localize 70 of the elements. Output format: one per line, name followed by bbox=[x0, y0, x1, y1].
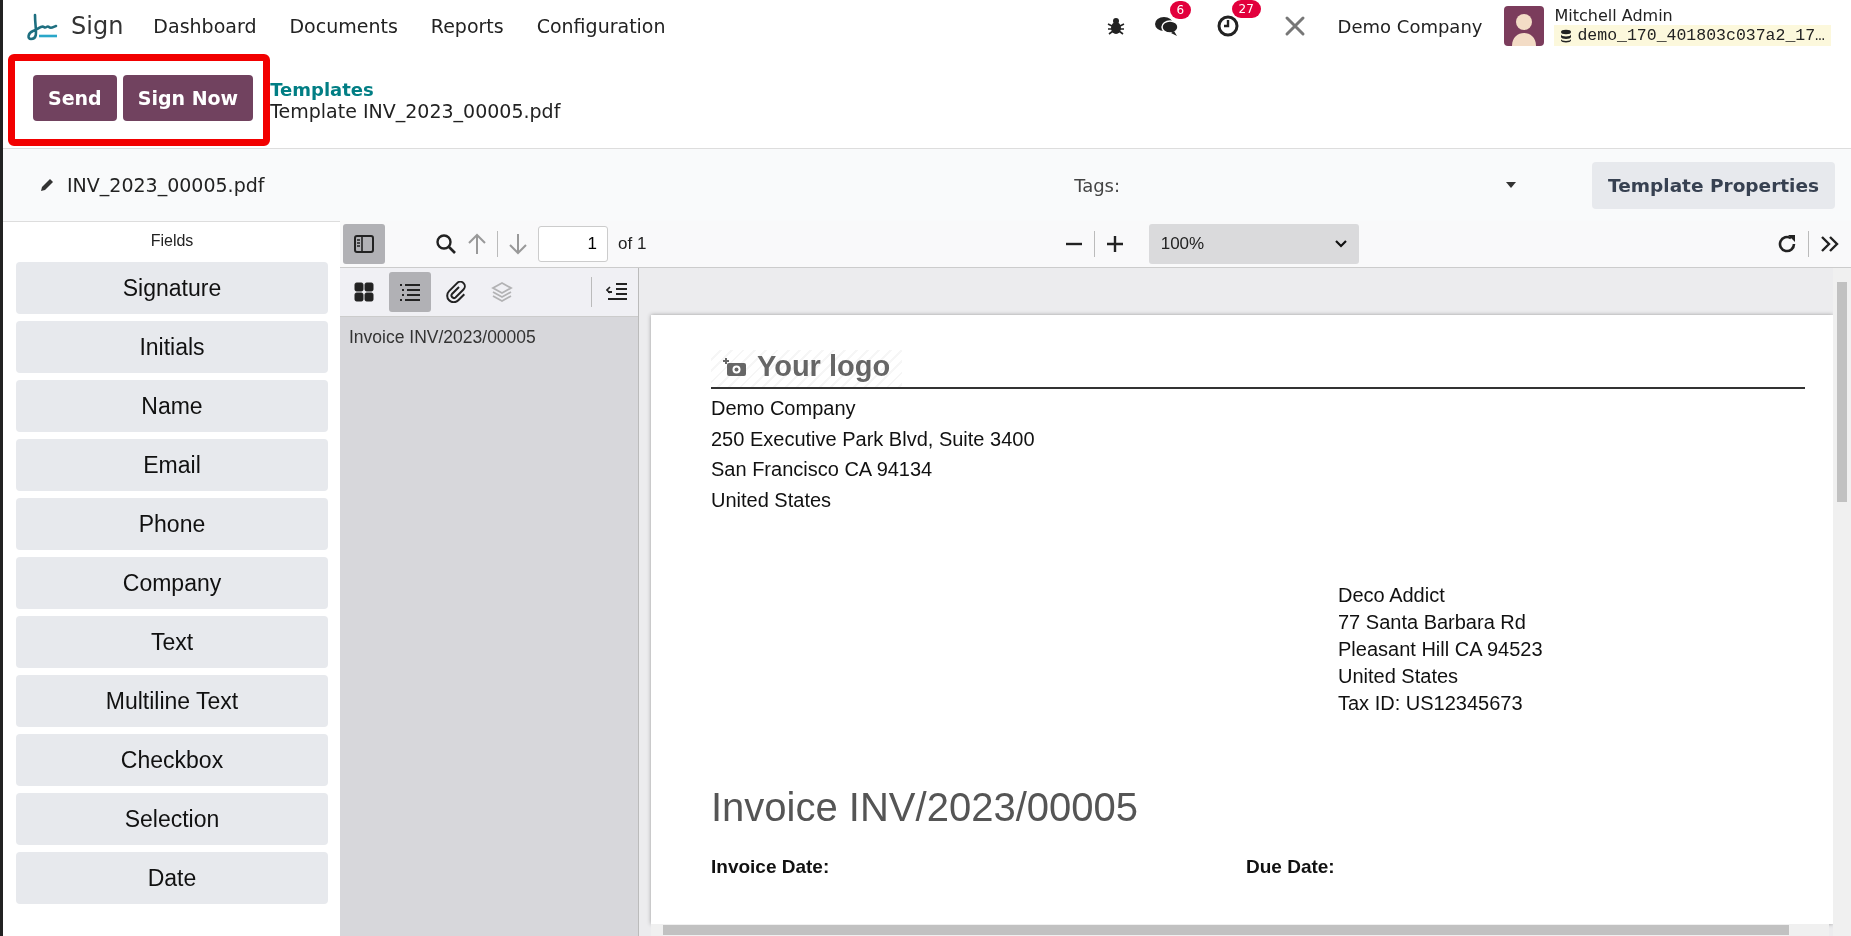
outline-item[interactable]: Invoice INV/2023/00005 bbox=[340, 317, 638, 358]
file-name[interactable]: INV_2023_00005.pdf bbox=[67, 174, 265, 196]
double-chevron-icon[interactable] bbox=[1819, 234, 1841, 254]
company-address-line: San Francisco CA 94134 bbox=[711, 457, 934, 482]
company-address-line: 250 Executive Park Blvd, Suite 3400 bbox=[711, 426, 1036, 452]
invoice-title: Invoice INV/2023/00005 bbox=[711, 785, 1139, 830]
database-label: demo_170_401803c037a2_17… bbox=[1577, 26, 1825, 45]
field-type-button[interactable]: Name bbox=[16, 380, 328, 432]
field-type-button[interactable]: Phone bbox=[16, 498, 328, 550]
breadcrumb-link[interactable]: Templates bbox=[270, 78, 561, 100]
field-type-button[interactable]: Signature bbox=[16, 262, 328, 314]
vertical-scrollbar[interactable] bbox=[1833, 268, 1851, 936]
pencil-icon[interactable] bbox=[39, 177, 55, 193]
menu-item[interactable]: Reports bbox=[430, 15, 504, 37]
outline-tab[interactable] bbox=[389, 272, 431, 312]
date-label: Due Date: bbox=[1246, 856, 1336, 878]
app-name[interactable]: Sign bbox=[71, 12, 124, 40]
field-type-button[interactable]: Checkbox bbox=[16, 734, 328, 786]
clock-icon[interactable] bbox=[1215, 14, 1240, 38]
field-type-button[interactable]: Text bbox=[16, 616, 328, 668]
page-count: of 1 bbox=[618, 234, 647, 254]
template-properties-button[interactable]: Template Properties bbox=[1592, 161, 1835, 209]
action-button[interactable]: Sign Now bbox=[122, 75, 254, 121]
field-type-button[interactable]: Email bbox=[16, 439, 328, 491]
company-address-line: Demo Company bbox=[711, 396, 857, 421]
grid-icon bbox=[354, 282, 374, 302]
fields-title: Fields bbox=[149, 231, 195, 251]
logo-text: Your logo bbox=[757, 350, 891, 383]
database-icon bbox=[1560, 28, 1573, 43]
list-icon bbox=[399, 282, 421, 302]
zoom-select[interactable]: 100% bbox=[1148, 224, 1359, 264]
action-button[interactable]: Send bbox=[33, 75, 117, 121]
layers-icon bbox=[491, 281, 513, 303]
field-type-button[interactable]: Selection bbox=[16, 793, 328, 845]
customer-address-line: Deco Addict bbox=[1338, 583, 1446, 608]
chat-icon[interactable] bbox=[1153, 15, 1180, 37]
sidebar-toggle-icon[interactable] bbox=[343, 224, 385, 264]
caret-icon bbox=[1506, 182, 1517, 188]
field-type-button[interactable]: Multiline Text bbox=[16, 675, 328, 727]
rotate-icon[interactable] bbox=[1776, 233, 1798, 255]
message-count-badge: 6 bbox=[1169, 1, 1192, 19]
collapse-outline-icon[interactable] bbox=[606, 282, 628, 302]
menu-item[interactable]: Dashboard bbox=[153, 15, 257, 37]
paperclip-icon bbox=[445, 281, 467, 303]
tags-label: Tags: bbox=[1074, 174, 1121, 196]
user-name[interactable]: Mitchell Admin bbox=[1554, 6, 1831, 25]
search-icon[interactable] bbox=[435, 233, 457, 255]
camera-icon bbox=[723, 356, 747, 377]
user-avatar[interactable] bbox=[1504, 6, 1545, 46]
date-label: Invoice Date: bbox=[711, 856, 831, 878]
company-address-line: United States bbox=[711, 487, 833, 513]
customer-address-line: Pleasant Hill CA 94523 bbox=[1338, 637, 1544, 662]
field-type-button[interactable]: Company bbox=[16, 557, 328, 609]
page-number-field[interactable]: 1 bbox=[538, 226, 608, 262]
breadcrumb-current: Template INV_2023_00005.pdf bbox=[270, 99, 561, 122]
menu-item[interactable]: Configuration bbox=[536, 15, 666, 37]
menu-item[interactable]: Documents bbox=[289, 15, 398, 37]
horizontal-scrollbar[interactable] bbox=[651, 924, 1829, 936]
customer-address-line: Tax ID: US12345673 bbox=[1338, 691, 1524, 716]
customer-address-line: 77 Santa Barbara Rd bbox=[1338, 610, 1527, 635]
activity-count-badge: 27 bbox=[1231, 0, 1261, 18]
field-type-button[interactable]: Date bbox=[16, 852, 328, 904]
up-arrow-icon[interactable] bbox=[467, 233, 487, 255]
customer-address-line: United States bbox=[1338, 664, 1460, 689]
down-arrow-icon[interactable] bbox=[508, 233, 528, 255]
bug-icon[interactable] bbox=[1105, 16, 1126, 36]
company-switcher[interactable]: Demo Company bbox=[1337, 15, 1483, 37]
field-type-button[interactable]: Initials bbox=[16, 321, 328, 373]
chevron-icon bbox=[1334, 240, 1347, 248]
zoom-in-icon[interactable] bbox=[1104, 234, 1125, 254]
